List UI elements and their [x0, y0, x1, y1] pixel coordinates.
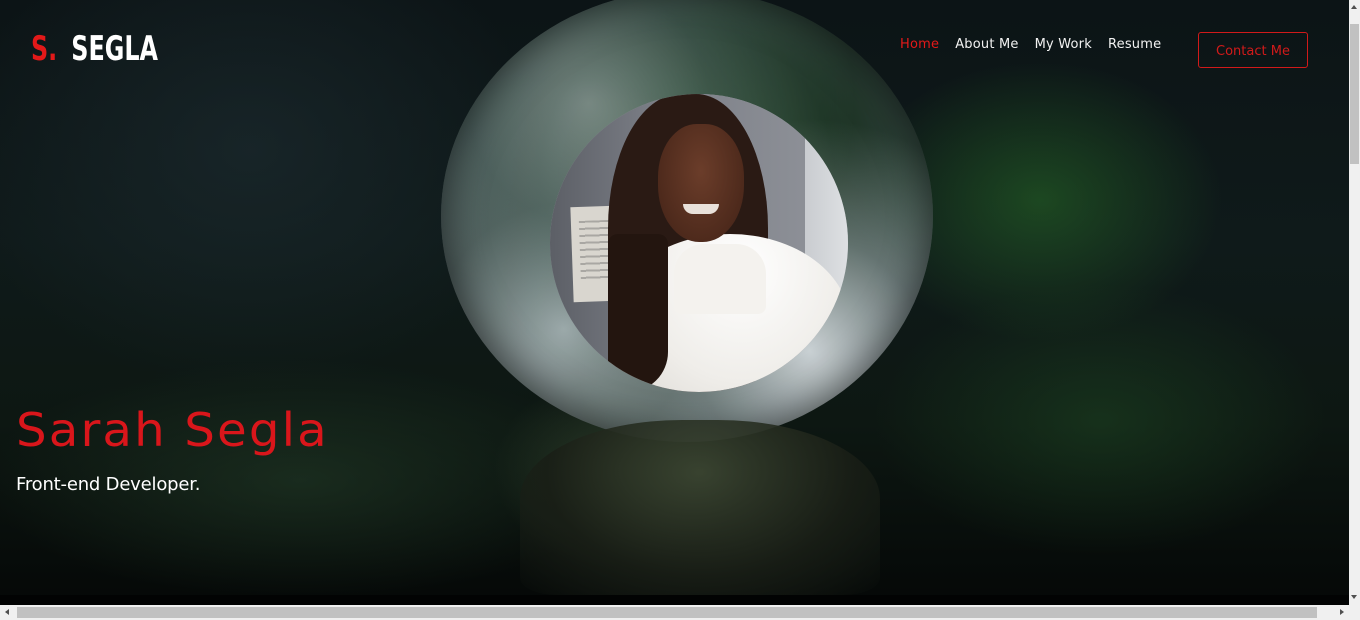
hero-section: S. SEGLA Home About Me My Work Resume Con…	[0, 0, 1349, 605]
avatar-hair-strand	[608, 234, 668, 392]
profile-avatar	[550, 94, 848, 392]
contact-me-button[interactable]: Contact Me	[1198, 32, 1308, 68]
hero-role: Front-end Developer.	[16, 474, 201, 495]
nav-item-home[interactable]: Home	[900, 36, 939, 54]
scroll-up-arrow-icon[interactable]	[1351, 5, 1357, 9]
moss-background	[520, 420, 880, 595]
hero-name: Sarah Segla	[16, 403, 329, 457]
logo-initial: S.	[31, 29, 58, 69]
scrollbar-horizontal[interactable]	[0, 605, 1349, 620]
scroll-down-arrow-icon[interactable]	[1351, 595, 1357, 599]
scrollbar-vertical[interactable]	[1349, 0, 1360, 605]
scrollbar-vertical-thumb[interactable]	[1350, 24, 1359, 164]
scrollbar-corner	[1349, 605, 1360, 620]
nav-item-my-work[interactable]: My Work	[1035, 36, 1092, 54]
hero-bottom-edge	[0, 595, 1349, 605]
avatar-face	[658, 124, 744, 242]
scrollbar-horizontal-thumb[interactable]	[17, 607, 1317, 618]
avatar-smile	[683, 204, 719, 214]
nav-item-resume[interactable]: Resume	[1108, 36, 1161, 54]
scroll-right-arrow-icon[interactable]	[1340, 609, 1344, 615]
site-logo[interactable]: S. SEGLA	[31, 28, 158, 70]
main-nav: Home About Me My Work Resume	[900, 36, 1177, 54]
avatar-turtleneck	[674, 244, 766, 314]
nav-item-about-me[interactable]: About Me	[955, 36, 1018, 54]
scroll-left-arrow-icon[interactable]	[5, 609, 9, 615]
logo-surname: SEGLA	[71, 29, 159, 69]
